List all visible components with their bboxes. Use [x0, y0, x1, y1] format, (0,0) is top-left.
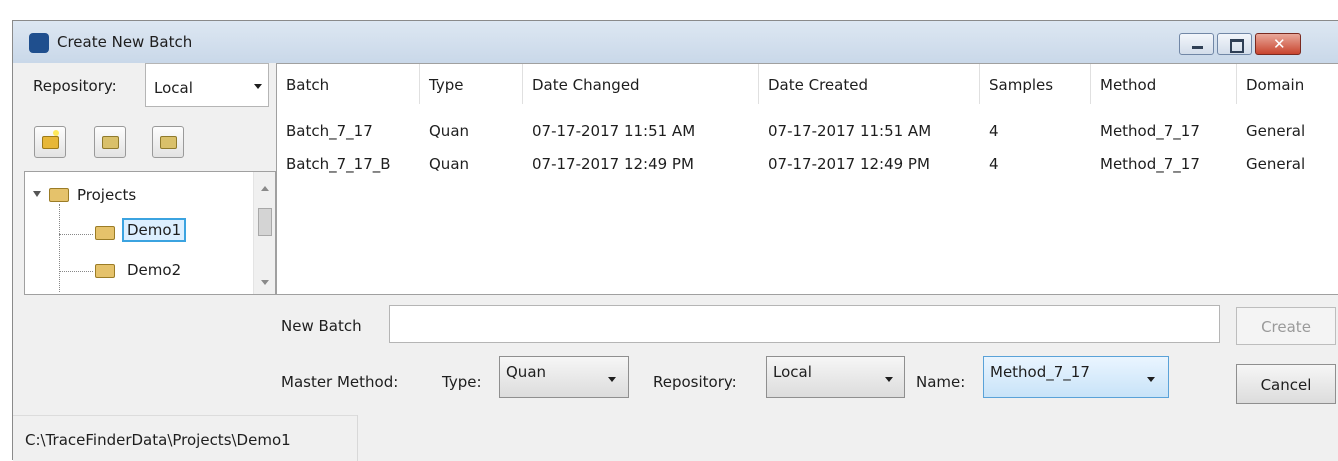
folder-properties-icon	[160, 136, 177, 149]
cell-method: Method_7_17	[1100, 122, 1200, 140]
cell-date-created: 07-17-2017 12:49 PM	[768, 155, 930, 173]
status-divider	[357, 415, 358, 461]
column-header-batch[interactable]: Batch	[277, 64, 420, 104]
type-select[interactable]: Quan	[499, 356, 629, 398]
column-header-date-changed[interactable]: Date Changed	[523, 64, 759, 104]
close-button[interactable]: ✕	[1255, 33, 1301, 55]
repository-select-value: Local	[154, 79, 193, 97]
cell-batch: Batch_7_17	[286, 122, 373, 140]
tree-connector	[59, 234, 93, 235]
app-logo-icon	[29, 33, 49, 53]
name-label: Name:	[916, 373, 966, 391]
tree-item-demo2[interactable]: Demo2	[127, 261, 181, 279]
table-row[interactable]: Batch_7_17_B Quan 07-17-2017 12:49 PM 07…	[277, 155, 1338, 183]
chevron-down-icon	[885, 377, 893, 382]
method-repository-select[interactable]: Local	[766, 356, 905, 398]
new-batch-label: New Batch	[281, 317, 362, 335]
table-row[interactable]: Batch_7_17 Quan 07-17-2017 11:51 AM 07-1…	[277, 122, 1338, 150]
create-new-batch-dialog: Create New Batch ✕ Repository: Local Pro…	[12, 20, 1338, 461]
method-name-value: Method_7_17	[990, 363, 1090, 381]
tree-item-projects[interactable]: Projects	[77, 186, 136, 204]
cell-batch: Batch_7_17_B	[286, 155, 391, 173]
cell-samples: 4	[989, 155, 999, 173]
tree-connector	[59, 271, 93, 272]
sparkle-icon	[53, 130, 59, 136]
tree-item-demo1[interactable]: Demo1	[122, 218, 187, 242]
folder-icon	[95, 264, 115, 278]
method-name-select[interactable]: Method_7_17	[983, 356, 1169, 398]
method-repository-label: Repository:	[653, 373, 737, 391]
cell-domain: General	[1246, 122, 1306, 140]
folder-icon	[49, 188, 69, 202]
project-tree[interactable]: Projects Demo1 Demo2	[24, 171, 276, 295]
close-icon: ✕	[1273, 35, 1286, 53]
cell-date-changed: 07-17-2017 11:51 AM	[532, 122, 696, 140]
cell-method: Method_7_17	[1100, 155, 1200, 173]
scroll-up-icon[interactable]	[261, 186, 269, 191]
tree-scrollbar[interactable]	[253, 172, 275, 294]
status-divider	[13, 415, 357, 416]
cell-date-changed: 07-17-2017 12:49 PM	[532, 155, 694, 173]
type-label: Type:	[442, 373, 482, 391]
cell-date-created: 07-17-2017 11:51 AM	[768, 122, 932, 140]
cancel-button[interactable]: Cancel	[1236, 364, 1336, 404]
column-header-method[interactable]: Method	[1091, 64, 1237, 104]
repository-select[interactable]: Local	[145, 63, 269, 107]
minimize-button[interactable]	[1179, 33, 1214, 55]
folder-icon	[95, 226, 115, 240]
new-folder-icon	[42, 136, 59, 149]
tree-connector	[59, 204, 60, 292]
method-repository-value: Local	[773, 363, 812, 381]
repository-label: Repository:	[33, 77, 117, 95]
batch-table: Batch Type Date Changed Date Created Sam…	[276, 63, 1338, 295]
folder-properties-button[interactable]	[152, 126, 184, 158]
status-path: C:\TraceFinderData\Projects\Demo1	[25, 431, 291, 449]
title-bar: Create New Batch ✕	[13, 21, 1338, 63]
new-batch-input[interactable]	[389, 305, 1220, 343]
new-project-button[interactable]	[34, 126, 66, 158]
type-select-value: Quan	[506, 363, 547, 381]
chevron-down-icon	[1147, 377, 1155, 382]
master-method-label: Master Method:	[281, 373, 399, 391]
window-title: Create New Batch	[57, 33, 193, 51]
column-header-samples[interactable]: Samples	[980, 64, 1091, 104]
status-bar: C:\TraceFinderData\Projects\Demo1	[13, 415, 1338, 461]
column-header-type[interactable]: Type	[420, 64, 523, 104]
cell-domain: General	[1246, 155, 1306, 173]
cell-type: Quan	[429, 122, 470, 140]
create-button[interactable]: Create	[1236, 307, 1336, 345]
collapse-arrow-icon[interactable]	[33, 191, 41, 197]
column-header-date-created[interactable]: Date Created	[759, 64, 980, 104]
cell-type: Quan	[429, 155, 470, 173]
scrollbar-thumb[interactable]	[258, 208, 272, 236]
scroll-down-icon[interactable]	[261, 280, 269, 285]
chevron-down-icon	[608, 377, 616, 382]
remove-project-button[interactable]	[94, 126, 126, 158]
column-header-domain[interactable]: Domain	[1237, 64, 1338, 104]
maximize-button[interactable]	[1217, 33, 1252, 55]
chevron-down-icon	[254, 84, 262, 89]
cell-samples: 4	[989, 122, 999, 140]
remove-folder-icon	[102, 136, 119, 149]
